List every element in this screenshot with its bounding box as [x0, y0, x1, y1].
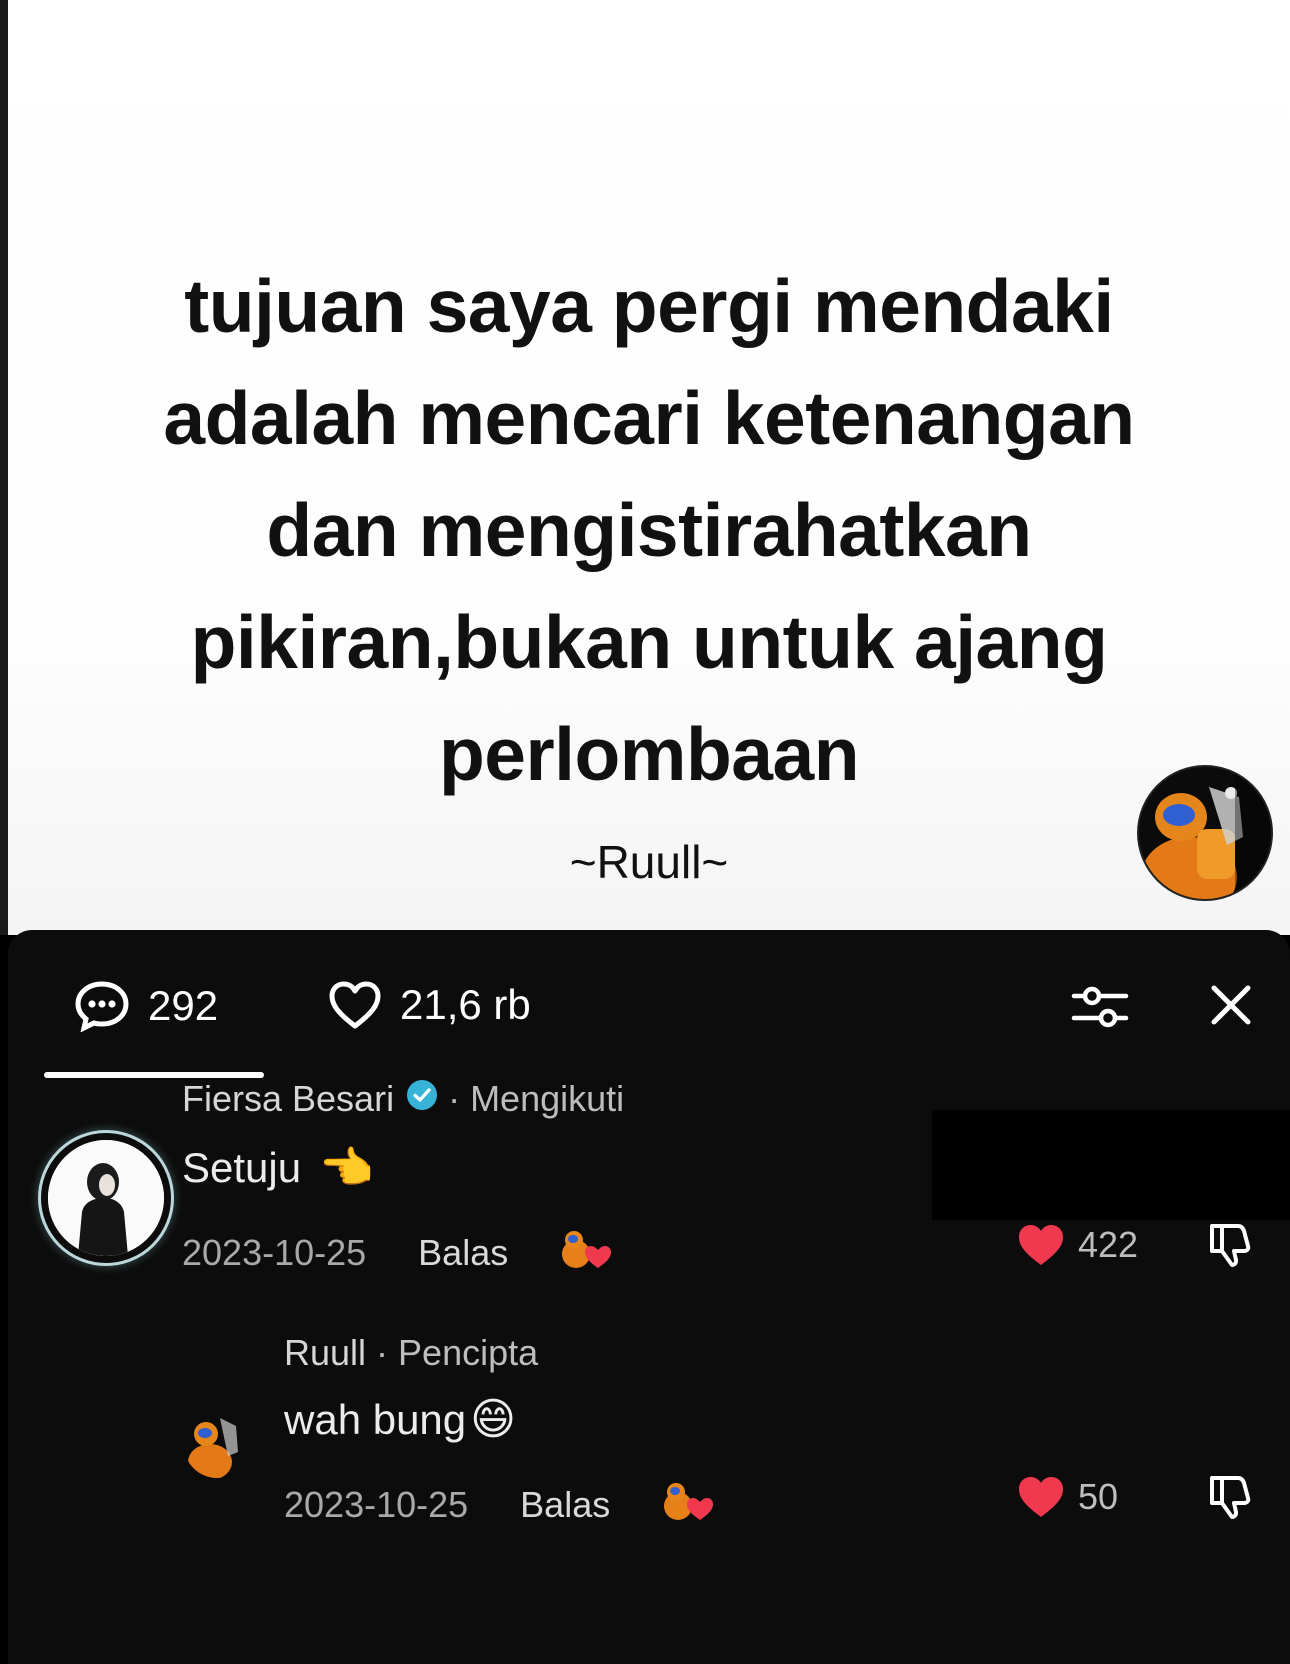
quote-line: pikiran,bukan untuk ajang	[190, 600, 1108, 684]
comment-like[interactable]: 422	[1016, 1222, 1138, 1268]
post-signature: ~Ruull~	[569, 836, 729, 888]
redaction-box	[932, 1110, 1290, 1220]
creator-label: Pencipta	[398, 1332, 539, 1373]
heart-filled-icon	[1019, 1477, 1063, 1517]
comment-header: Fiersa Besari · Mengikuti	[182, 1078, 624, 1120]
sliders-icon	[1071, 986, 1129, 1028]
reply-like-count: 50	[1078, 1476, 1119, 1517]
creator-liked-badge-icon	[558, 1224, 616, 1281]
grinning-emoji: 😄	[470, 1395, 517, 1444]
comment-body: Setuju	[182, 1144, 302, 1191]
quote-line: perlombaan	[438, 712, 860, 796]
like-count: 21,6 rb	[400, 981, 531, 1028]
creator-liked-badge-icon	[660, 1476, 718, 1533]
dislike-button[interactable]	[1206, 1220, 1254, 1273]
comment-username[interactable]: Fiersa Besari	[182, 1078, 394, 1120]
reply-date: 2023-10-25	[284, 1483, 469, 1525]
reply-body: wah bung	[284, 1395, 467, 1443]
comment-meta: 2023-10-25 Balas	[182, 1224, 616, 1281]
quote-text: tujuan saya pergi mendaki adalah mencari…	[48, 250, 1250, 810]
comment-count: 292	[148, 982, 219, 1029]
reply-button[interactable]: Balas	[418, 1232, 508, 1274]
separator-dot: ·	[376, 1332, 389, 1373]
reply-dislike-button[interactable]	[1206, 1472, 1254, 1525]
thumbs-down-icon	[1210, 1224, 1251, 1267]
following-label: Mengikuti	[470, 1078, 625, 1119]
comment-panel: 292 21,6 rb Fiersa Besari · Mengikuti Se…	[8, 930, 1290, 1664]
pointing-hand-emoji: 👈	[319, 1144, 374, 1193]
likes-tab[interactable]: 21,6 rb	[328, 980, 531, 1030]
quote-line: tujuan saya pergi mendaki	[184, 264, 1114, 348]
video-post[interactable]: tujuan saya pergi mendaki adalah mencari…	[8, 0, 1290, 935]
window-edge	[0, 0, 8, 935]
thumbs-down-icon	[1210, 1476, 1251, 1519]
comment-like-count: 422	[1078, 1224, 1139, 1265]
reply-meta: 2023-10-25 Balas	[284, 1476, 718, 1533]
reply-text: wah bung 😄	[284, 1394, 516, 1445]
heart-outline-icon	[329, 981, 381, 1029]
verified-badge-icon	[406, 1078, 438, 1120]
reply-header: Ruull · Pencipta	[284, 1332, 538, 1374]
creator-avatar[interactable]	[1137, 765, 1273, 901]
comment-text: Setuju 👈	[182, 1142, 374, 1194]
reply-reply-button[interactable]: Balas	[520, 1484, 610, 1526]
reply-username[interactable]: Ruull	[284, 1332, 366, 1374]
chat-bubble-icon	[75, 981, 129, 1032]
astronaut-avatar-image	[1139, 767, 1271, 899]
filter-button[interactable]	[1070, 982, 1130, 1032]
close-icon	[1211, 985, 1251, 1025]
reply-avatar[interactable]	[184, 1412, 250, 1478]
separator-dot: ·	[448, 1078, 461, 1119]
comments-tab[interactable]: 292	[74, 980, 218, 1032]
heart-filled-icon	[1019, 1225, 1063, 1265]
close-button[interactable]	[1206, 980, 1256, 1030]
person-avatar-image	[48, 1140, 164, 1256]
comment-date: 2023-10-25	[182, 1231, 367, 1273]
reply-like[interactable]: 50	[1016, 1474, 1118, 1520]
astronaut-avatar-image	[184, 1412, 250, 1478]
commenter-avatar[interactable]	[38, 1130, 174, 1266]
quote-line: adalah mencari ketenangan	[163, 376, 1135, 460]
quote-line: dan mengistirahatkan	[266, 488, 1032, 572]
